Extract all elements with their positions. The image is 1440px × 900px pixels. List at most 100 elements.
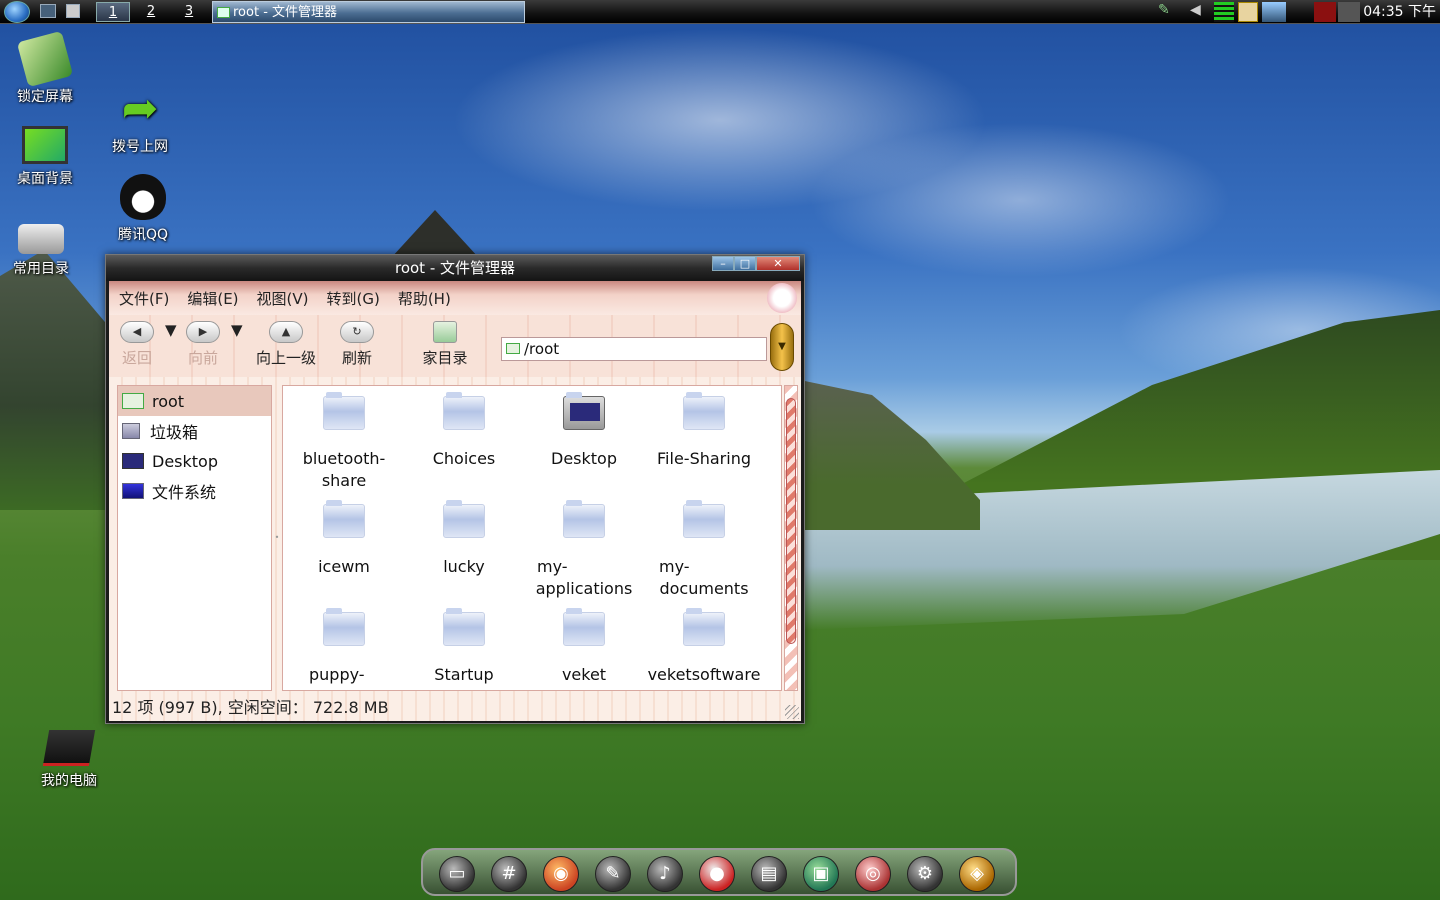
file-item[interactable]: my- documents — [645, 494, 763, 600]
home-button[interactable]: 家目录 — [417, 321, 473, 368]
folder-icon — [563, 608, 605, 646]
dock: ▭ # ◉ ✎ ♪ ● ▤ ▣ ◎ ⚙ ◈ — [421, 848, 1017, 896]
file-view: bluetooth- share Choices Desktop File-Sh… — [282, 385, 782, 691]
file-manager-icon[interactable]: ▭ — [439, 856, 475, 892]
settings-icon[interactable]: ⚙ — [907, 856, 943, 892]
pencil-icon[interactable]: ✎ — [1158, 2, 1176, 22]
back-history-dropdown[interactable]: ▼ — [165, 321, 177, 339]
file-item[interactable]: bluetooth- share — [285, 386, 403, 492]
show-desktop-icon[interactable] — [40, 4, 56, 18]
desktop-folder-icon — [563, 392, 605, 430]
icewm-folder-icon — [323, 500, 365, 538]
file-item[interactable]: puppy- — [285, 602, 403, 686]
menu-help[interactable]: 帮助(H) — [398, 288, 451, 309]
folder-icon — [323, 608, 365, 646]
home-icon — [433, 321, 457, 343]
menu-view[interactable]: 视图(V) — [257, 288, 309, 309]
resize-grip[interactable] — [785, 705, 799, 719]
window-body: 文件(F) 编辑(E) 视图(V) 转到(G) 帮助(H) ◀ 返回 ▼ ▶ 向… — [109, 281, 801, 721]
folder-icon — [443, 608, 485, 646]
package-icon[interactable]: ▣ — [803, 856, 839, 892]
filesystem-icon — [122, 483, 144, 499]
clock[interactable]: 04:35 下午 — [1363, 2, 1436, 22]
desktop-icon-my-computer[interactable]: 我的电脑 — [24, 730, 114, 790]
folder-icon — [683, 608, 725, 646]
firefox-icon[interactable]: ◉ — [543, 856, 579, 892]
file-item[interactable]: icewm — [285, 494, 403, 578]
taskbar: 1 2 3 root - 文件管理器 ✎ ◀ 04:35 下午 — [0, 0, 1440, 24]
menubar: 文件(F) 编辑(E) 视图(V) 转到(G) 帮助(H) — [109, 281, 801, 315]
desktop-icon-lock-screen[interactable]: 锁定屏幕 — [0, 30, 90, 106]
music-icon[interactable]: ♪ — [647, 856, 683, 892]
file-item[interactable]: lucky — [405, 494, 523, 578]
window-titlebar[interactable]: root - 文件管理器 – □ ✕ — [106, 255, 804, 281]
folder-icon — [443, 392, 485, 430]
workspace-3[interactable]: 3 — [172, 2, 206, 22]
refresh-icon: ↻ — [340, 321, 374, 343]
computer-icon — [42, 730, 96, 766]
location-input[interactable]: /root — [501, 337, 767, 361]
menu-edit[interactable]: 编辑(E) — [187, 288, 238, 309]
folder-icon — [506, 343, 520, 354]
desktop-icon-common-dirs[interactable]: 常用目录 — [0, 224, 86, 278]
workspace-1[interactable]: 1 — [96, 2, 130, 22]
up-button[interactable]: ▲ 向上一级 — [251, 321, 321, 368]
desktop-icon-wallpaper[interactable]: 桌面背景 — [0, 126, 90, 188]
folder-icon — [563, 500, 605, 538]
home-folder-icon — [122, 393, 144, 409]
red-indicator-icon[interactable] — [1314, 2, 1336, 22]
file-view-scrollbar[interactable] — [784, 385, 798, 691]
sidebar-item-trash[interactable]: 垃圾箱 — [118, 416, 271, 446]
location-dropdown-button[interactable]: ▼ — [770, 323, 794, 371]
back-button[interactable]: ◀ 返回 — [117, 321, 157, 368]
cpu-monitor-icon[interactable] — [1214, 2, 1234, 22]
mountain-right — [800, 380, 980, 530]
desktop-icon-dial-up[interactable]: ➦ 拨号上网 — [95, 86, 185, 156]
forward-button[interactable]: ▶ 向前 — [183, 321, 223, 368]
sidebar-item-root[interactable]: root — [118, 386, 271, 416]
media-player-icon[interactable]: ▤ — [751, 856, 787, 892]
network-icon[interactable] — [1262, 2, 1286, 22]
start-menu-button[interactable] — [4, 1, 30, 23]
monitor-icon — [22, 126, 68, 164]
volume-icon[interactable]: ◀ — [1190, 2, 1204, 22]
workspace-2[interactable]: 2 — [134, 2, 168, 22]
scrollbar-thumb[interactable] — [786, 398, 796, 644]
file-item[interactable]: veketsoftware — [645, 602, 763, 686]
file-item[interactable]: Startup — [405, 602, 523, 686]
menu-go[interactable]: 转到(G) — [327, 288, 380, 309]
folder-icon — [683, 500, 725, 538]
maximize-button[interactable]: □ — [734, 256, 756, 271]
file-item[interactable]: veket — [525, 602, 643, 686]
close-button[interactable]: ✕ — [756, 256, 800, 271]
file-item[interactable]: Desktop — [525, 386, 643, 470]
file-item[interactable]: File-Sharing — [645, 386, 763, 470]
sidebar-item-filesystem[interactable]: 文件系统 — [118, 476, 271, 506]
drive-icon — [18, 224, 64, 254]
sidebar-item-desktop[interactable]: Desktop — [118, 446, 271, 476]
gray-indicator-icon[interactable] — [1338, 2, 1360, 22]
terminal-icon[interactable]: # — [491, 856, 527, 892]
menu-file[interactable]: 文件(F) — [119, 288, 169, 309]
mountain-left — [0, 250, 110, 510]
qq-icon[interactable]: ● — [699, 856, 735, 892]
penguin-icon — [120, 174, 166, 220]
folder-icon — [443, 500, 485, 538]
arrow-icon: ➦ — [121, 83, 159, 134]
desktop-icon-qq[interactable]: 腾讯QQ — [98, 174, 188, 244]
pane-splitter[interactable]: • — [272, 385, 282, 691]
editor-icon[interactable]: ✎ — [595, 856, 631, 892]
file-item[interactable]: Choices — [405, 386, 523, 470]
lock-icon — [16, 30, 74, 88]
refresh-button[interactable]: ↻ 刷新 — [337, 321, 377, 368]
file-item[interactable]: my- applications — [525, 494, 643, 600]
minimize-button[interactable]: – — [712, 256, 734, 271]
forward-history-dropdown[interactable]: ▼ — [231, 321, 243, 339]
task-button-file-manager[interactable]: root - 文件管理器 — [212, 1, 525, 23]
toolbar: ◀ 返回 ▼ ▶ 向前 ▼ ▲ 向上一级 ↻ 刷新 家目录 /root ▼ — [109, 315, 801, 377]
folder-icon — [683, 392, 725, 430]
cd-burner-icon[interactable]: ◎ — [855, 856, 891, 892]
file-manager-window: root - 文件管理器 – □ ✕ 文件(F) 编辑(E) 视图(V) 转到(… — [105, 254, 805, 724]
media-center-icon[interactable]: ◈ — [959, 856, 995, 892]
clipboard-icon[interactable] — [1238, 2, 1258, 22]
